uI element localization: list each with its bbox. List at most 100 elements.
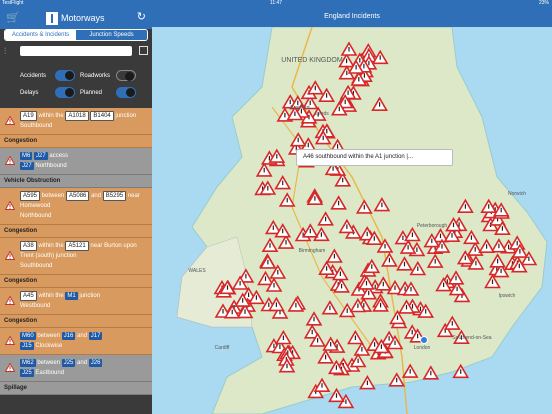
incident-text: junction [77, 293, 101, 299]
incident-category: Congestion [0, 225, 152, 238]
incident-category: Congestion [0, 315, 152, 328]
incident-item[interactable]: A45 within the M1 junction Westbound [0, 288, 152, 315]
sidebar: 🛒 Motorways ↻ Accidents & Incidents Junc… [0, 7, 152, 414]
incident-text: and [89, 193, 103, 199]
warning-icon [4, 362, 16, 372]
incident-list: A19 within the A1018 B1404 junction South… [0, 108, 152, 395]
junction-tag: J27 [20, 162, 34, 170]
filter-toggles: Accidents Roadworks Delays Planned [0, 68, 152, 108]
road-tag: M60 [20, 332, 36, 340]
app-logo: Motorways [46, 11, 105, 25]
roadworks-label: Roadworks [80, 73, 111, 79]
road-tag: A38 [20, 241, 37, 251]
incident-item[interactable]: A38 within the A5121 near Burton upon Tr… [0, 238, 152, 275]
direction-label: Clockwise [35, 343, 63, 349]
incident-text: between [40, 193, 67, 199]
incident-category: Congestion [0, 275, 152, 288]
search-row: ⫶ [0, 44, 152, 58]
warning-icon [4, 115, 16, 125]
tab-accidents-incidents[interactable]: Accidents & Incidents [5, 30, 76, 40]
warning-icon [4, 155, 16, 165]
filter-sliders-icon[interactable]: ⫶ [4, 46, 6, 57]
warning-icon [4, 335, 16, 345]
place-label: Southend-on-Sea [452, 335, 491, 341]
incident-category: Congestion [0, 135, 152, 148]
warning-icon [4, 200, 16, 210]
accidents-toggle[interactable] [55, 70, 75, 81]
road-tag: A45 [20, 291, 37, 301]
incident-item[interactable]: M6 J27 access J27 Northbound [0, 148, 152, 175]
incident-text: within the [36, 293, 66, 299]
clock: 11:47 [269, 0, 283, 6]
place-label: London [414, 345, 431, 351]
place-label: Bradford [290, 105, 309, 111]
junction-tag: J15 [20, 342, 34, 350]
planned-toggle[interactable] [116, 87, 136, 98]
incident-category: Vehicle Obstruction [0, 175, 152, 188]
incident-text: and [75, 360, 89, 366]
delays-toggle[interactable] [55, 87, 75, 98]
road-tag: A5086 [66, 191, 90, 201]
battery-label: 23% [538, 0, 549, 6]
incident-text: between [35, 360, 62, 366]
status-bar: TestFlight 11:47 23% [0, 0, 552, 7]
road-tag: J17 [88, 332, 103, 340]
map-panel: England Incidents UNITED KINGDOM Bradford… [152, 7, 552, 414]
road-tag: B5295 [102, 191, 127, 201]
segmented-control: Accidents & Incidents Junction Speeds [4, 29, 148, 41]
road-tag: M62 [20, 359, 36, 367]
logo-text: Motorways [61, 13, 105, 23]
map-icon[interactable] [139, 46, 148, 55]
roadworks-toggle[interactable] [116, 70, 136, 81]
incident-callout[interactable]: A46 southbound within the A1 junction |.… [296, 149, 453, 166]
place-label: Cardiff [215, 345, 230, 351]
place-label: Leeds [315, 111, 329, 117]
accidents-label: Accidents [20, 73, 47, 79]
direction-label: Southbound [20, 263, 53, 269]
direction-label: Southbound [20, 123, 53, 129]
motorway-sign-icon [46, 11, 58, 25]
road-tag: J27 [34, 152, 48, 160]
place-label: Ipswich [499, 293, 516, 299]
incident-text: within the [36, 243, 66, 249]
road-tag: M6 [20, 152, 33, 160]
delays-label: Delays [20, 90, 39, 96]
cart-icon[interactable]: 🛒 [6, 11, 20, 24]
road-tag: J26 [88, 359, 103, 367]
incident-text: junction [113, 113, 137, 119]
incident-text: access [47, 153, 69, 159]
junction-tag: J25 [20, 369, 34, 377]
incident-item[interactable]: A19 within the A1018 B1404 junction South… [0, 108, 152, 135]
place-label: WALES [188, 268, 206, 274]
incident-text: within the [36, 113, 66, 119]
road-tag: J16 [61, 332, 76, 340]
incident-item[interactable]: A595 between A5086 and B5295 near Homewo… [0, 188, 152, 225]
direction-label: Northbound [20, 213, 52, 219]
planned-label: Planned [80, 90, 103, 96]
road-tag: B1404 [90, 111, 114, 121]
direction-label: Eastbound [35, 370, 65, 376]
place-label: Norwich [508, 191, 526, 197]
incident-category: Spillage [0, 382, 152, 395]
refresh-icon[interactable]: ↻ [137, 10, 146, 23]
incident-text: between [35, 333, 62, 339]
incident-item[interactable]: M60 between J16 and J17 J15 Clockwise [0, 328, 152, 355]
sidebar-header: 🛒 Motorways ↻ [0, 7, 152, 29]
current-location-dot [420, 336, 428, 344]
warning-icon [4, 250, 16, 260]
place-label: UNITED KINGDOM [281, 57, 343, 64]
direction-label: Westbound [20, 303, 51, 309]
tab-junction-speeds[interactable]: Junction Speeds [76, 30, 147, 40]
incident-item[interactable]: M62 between J25 and J26 J25 Eastbound [0, 355, 152, 382]
place-label: Birmingham [299, 248, 326, 254]
map-title: England Incidents [152, 7, 552, 27]
road-tag: A5121 [65, 241, 89, 251]
search-input[interactable] [20, 46, 132, 56]
road-tag: A1018 [65, 111, 89, 121]
place-label: Peterborough [417, 223, 448, 229]
incident-map[interactable]: UNITED KINGDOM Bradford Leeds WALES Norwich B… [152, 27, 552, 414]
road-tag: A19 [20, 111, 37, 121]
warning-icon [4, 295, 16, 305]
direction-label: Northbound [35, 163, 67, 169]
road-tag: J25 [61, 359, 76, 367]
